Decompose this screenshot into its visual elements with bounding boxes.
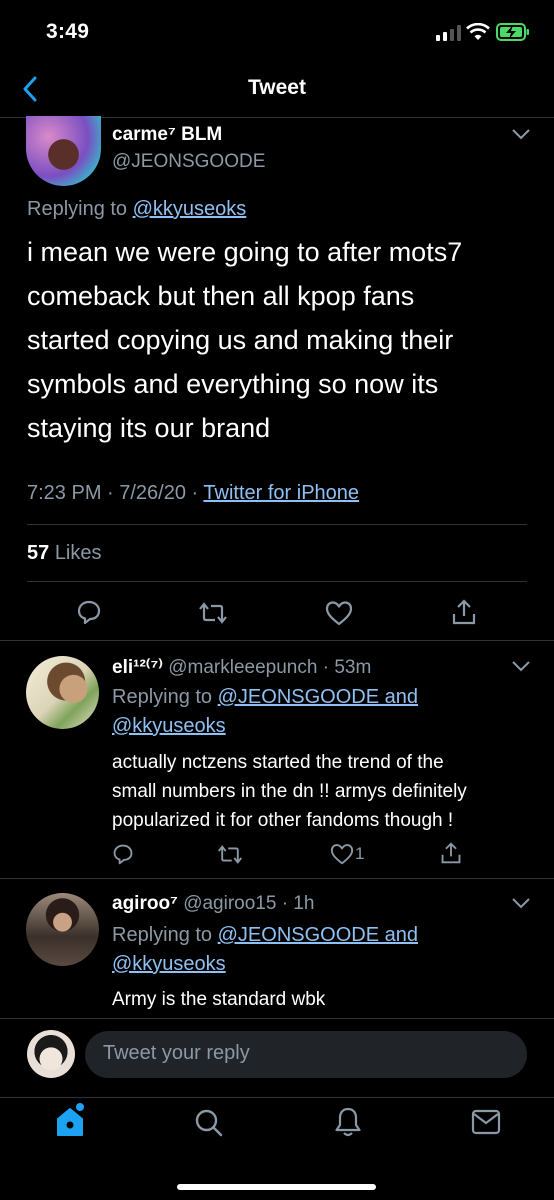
tweet-line: symbols and everything so now its — [27, 369, 439, 399]
tweet-line: staying its our brand — [27, 413, 271, 443]
author-avatar[interactable] — [26, 116, 101, 186]
mention-link[interactable]: @JEONSGOODE and — [218, 924, 418, 946]
tweet-line: i mean we were going to after mots7 — [27, 237, 463, 267]
status-time: 3:49 — [46, 20, 90, 43]
author-name[interactable]: carme⁷ BLM — [112, 124, 222, 146]
reply-line: actually nctzens started the trend of th… — [112, 752, 444, 773]
reply-line: small numbers in the dn !! armys definit… — [112, 781, 467, 802]
mention-link[interactable]: @kkyuseoks — [112, 715, 226, 737]
user-avatar[interactable] — [27, 1030, 75, 1078]
search-icon[interactable] — [194, 1108, 224, 1138]
mention-link[interactable]: @JEONSGOODE and — [218, 686, 418, 708]
like-count: 1 — [355, 844, 365, 863]
share-icon[interactable] — [440, 841, 462, 865]
page-title: Tweet — [248, 76, 306, 99]
tweet-timestamp: 7:23 PM · 7/26/20 · Twitter for iPhone — [27, 482, 360, 504]
reply-author-name[interactable]: eli¹²⁽⁷⁾ — [112, 657, 163, 678]
home-icon[interactable] — [55, 1102, 87, 1138]
meta-divider — [27, 524, 527, 525]
section-divider — [0, 640, 554, 641]
reply-body: Army is the standard wbk — [112, 985, 325, 1014]
messages-icon[interactable] — [471, 1109, 501, 1135]
reply-header: agiroo⁷ @agiroo15 · 1h — [112, 893, 314, 915]
reply-replying-to: Replying to @JEONSGOODE and @kkyuseoks — [112, 924, 418, 975]
reply-icon[interactable] — [112, 843, 134, 865]
battery-charging-icon — [496, 23, 530, 41]
retweet-icon[interactable] — [217, 844, 243, 865]
reply-avatar[interactable] — [26, 893, 99, 966]
reply-author-handle[interactable]: @markleeepunch · 53m — [168, 657, 371, 678]
compose-divider — [0, 1018, 554, 1019]
share-icon[interactable] — [451, 598, 477, 626]
reply-author-handle[interactable]: @agiroo15 · 1h — [183, 893, 314, 914]
reply-author-name[interactable]: agiroo⁷ — [112, 893, 178, 914]
reply-line: popularized it for other fandoms though … — [112, 810, 454, 831]
mention-link[interactable]: @kkyuseoks — [133, 198, 247, 220]
reply-avatar[interactable] — [26, 656, 99, 729]
tweet-line: started copying us and making their — [27, 325, 454, 355]
replying-to: Replying to @kkyuseoks — [27, 198, 247, 220]
source-link[interactable]: Twitter for iPhone — [203, 482, 359, 504]
notifications-icon[interactable] — [334, 1106, 362, 1138]
stats-divider — [27, 581, 527, 582]
chevron-down-icon[interactable] — [511, 128, 531, 140]
like-icon[interactable] — [325, 600, 353, 626]
chevron-down-icon[interactable] — [511, 660, 531, 672]
cellular-signal-icon — [436, 25, 462, 41]
reply-divider — [0, 878, 554, 879]
retweet-icon[interactable] — [198, 601, 228, 625]
reply-header: eli¹²⁽⁷⁾ @markleeepunch · 53m — [112, 656, 371, 679]
reply-icon[interactable] — [76, 599, 102, 625]
tabbar-divider — [0, 1097, 554, 1098]
mention-link[interactable]: @kkyuseoks — [112, 953, 226, 975]
tweet-body: i mean we were going to after mots7 come… — [27, 230, 537, 450]
author-handle[interactable]: @JEONSGOODE — [112, 151, 265, 173]
reply-replying-to: Replying to @JEONSGOODE and @kkyuseoks — [112, 686, 418, 737]
wifi-icon — [466, 23, 490, 41]
likes-stat[interactable]: 57 Likes — [27, 542, 102, 565]
chevron-down-icon[interactable] — [511, 897, 531, 909]
like-icon[interactable] — [330, 843, 354, 865]
reply-body: actually nctzens started the trend of th… — [112, 748, 467, 835]
reply-input-placeholder[interactable]: Tweet your reply — [103, 1042, 250, 1065]
home-indicator — [177, 1184, 376, 1190]
reply-line: Army is the standard wbk — [112, 989, 326, 1010]
tweet-line: comeback but then all kpop fans — [27, 281, 415, 311]
